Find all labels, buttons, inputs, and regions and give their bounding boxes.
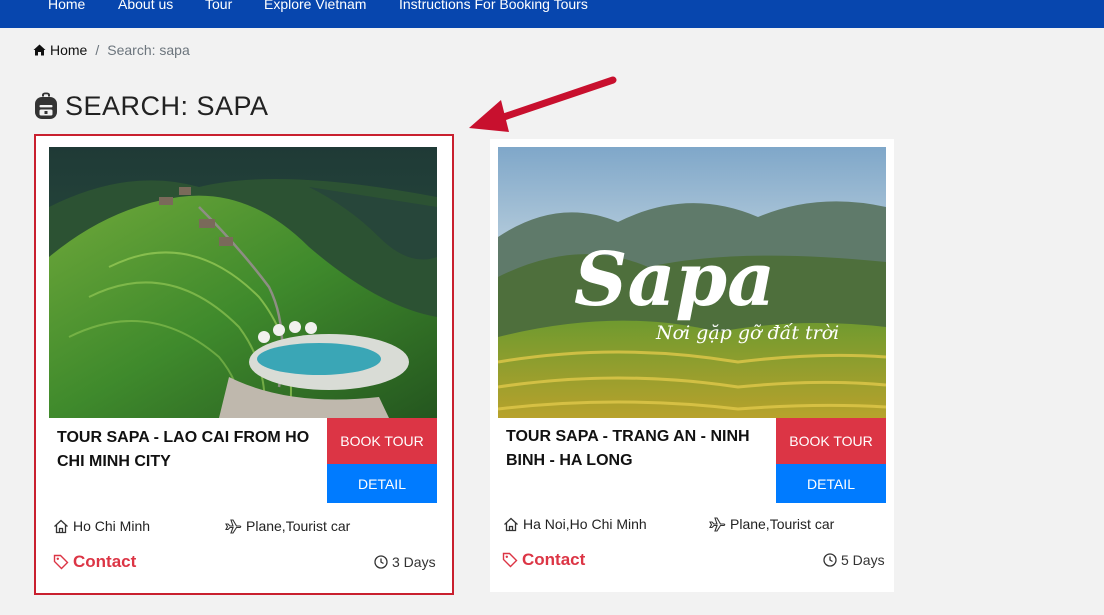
book-tour-button[interactable]: BOOK TOUR [776,418,886,464]
page-title: SEARCH: SAPA [33,90,269,122]
top-navigation: Home About us Tour Explore Vietnam Instr… [0,0,1104,28]
transport-label: Plane,Tourist car [730,516,835,532]
tour-duration: 3 Days [374,554,436,570]
tour-title[interactable]: TOUR SAPA - LAO CAI FROM HO CHI MINH CIT… [57,426,317,474]
home-outline-icon [504,517,518,531]
annotation-arrow [469,76,617,132]
nav-item-tour[interactable]: Tour [205,0,232,12]
price-contact-link[interactable]: Contact [53,552,136,572]
tour-image[interactable]: Sapa Nơi gặp gỡ đất trời [498,147,886,418]
price-contact-label: Contact [522,550,586,569]
departure-label: Ho Chi Minh [73,518,151,534]
plane-icon [225,518,242,534]
image-text-sapa: Sapa [574,237,775,323]
tour-card: Sapa Nơi gặp gỡ đất trời TOUR SAPA - TRA… [490,139,894,592]
breadcrumb-home-link[interactable]: Home [33,42,87,58]
tour-departure: Ha Noi,Ho Chi Minh [503,516,647,532]
clock-icon [374,555,388,569]
breadcrumb-home-label: Home [50,42,88,58]
tour-duration: 5 Days [823,552,885,568]
home-icon [33,44,46,56]
duration-label: 5 Days [841,552,885,568]
breadcrumb: Home / Search: sapa [33,42,190,58]
image-text-slogan: Nơi gặp gỡ đất trời [655,322,839,344]
departure-label: Ha Noi,Ho Chi Minh [523,516,647,532]
nav-item-home[interactable]: Home [48,0,85,12]
transport-label: Plane,Tourist car [246,518,351,534]
plane-icon [709,516,726,532]
breadcrumb-separator: / [95,42,100,58]
detail-button[interactable]: DETAIL [776,464,886,503]
duration-label: 3 Days [392,554,436,570]
price-contact-label: Contact [73,552,137,571]
backpack-icon [35,92,57,119]
page-title-text: SEARCH: SAPA [65,91,269,121]
tour-card: TOUR SAPA - LAO CAI FROM HO CHI MINH CIT… [34,134,454,595]
tour-transport: Plane,Tourist car [709,516,834,532]
nav-item-explore-vietnam[interactable]: Explore Vietnam [264,0,366,12]
clock-icon [823,553,837,567]
tag-icon [53,554,69,570]
nav-item-instructions-booking[interactable]: Instructions For Booking Tours [399,0,588,12]
price-contact-link[interactable]: Contact [502,550,585,570]
nav-item-about-us[interactable]: About us [118,0,173,12]
tag-icon [502,552,518,568]
tour-transport: Plane,Tourist car [225,518,350,534]
tour-departure: Ho Chi Minh [53,518,150,534]
home-outline-icon [54,519,68,533]
detail-button[interactable]: DETAIL [327,464,437,503]
tour-title[interactable]: TOUR SAPA - TRANG AN - NINH BINH - HA LO… [506,425,766,473]
breadcrumb-current: Search: sapa [107,42,190,58]
tour-image[interactable] [49,147,437,418]
book-tour-button[interactable]: BOOK TOUR [327,418,437,464]
